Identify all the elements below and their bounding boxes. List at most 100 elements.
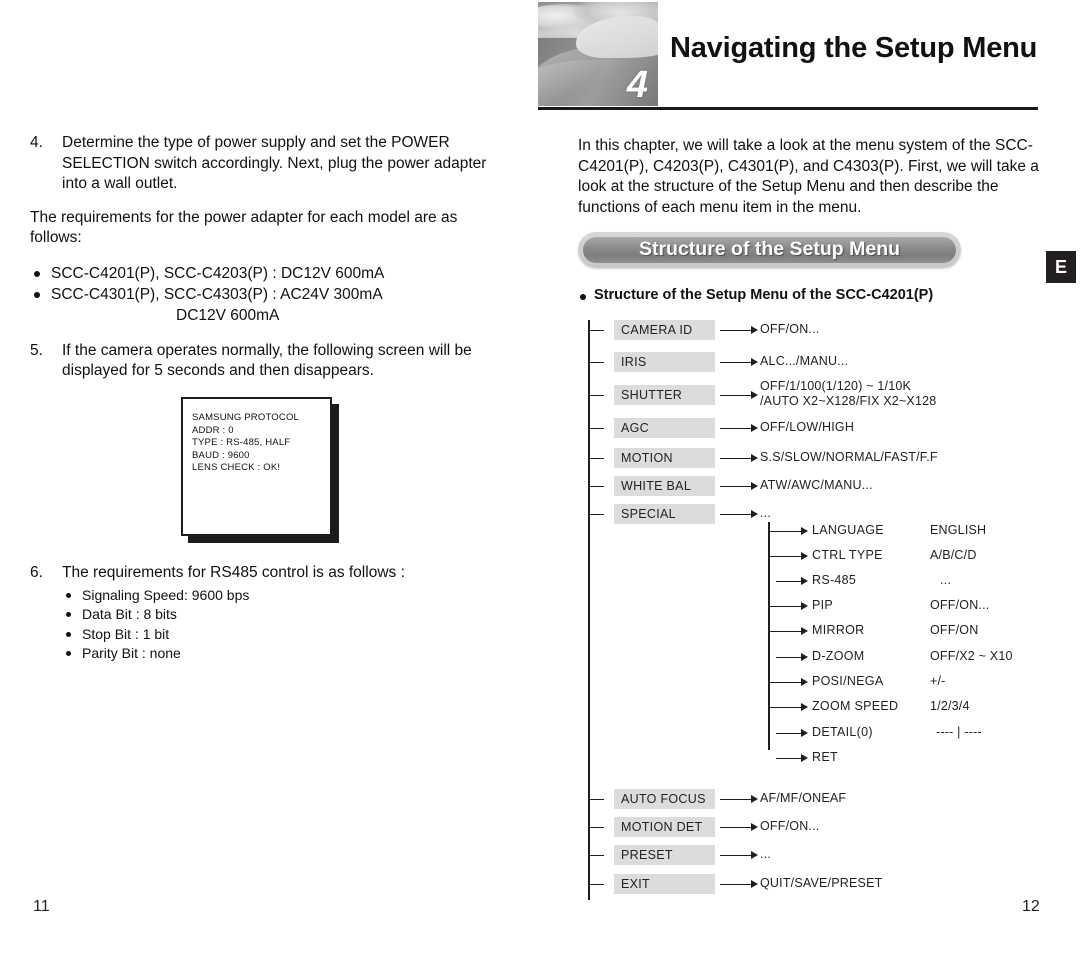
- subheading: Structure of the Setup Menu of the SCC-C…: [580, 287, 933, 303]
- tree-node-value: ...: [760, 506, 772, 520]
- tree-connector: [588, 394, 604, 396]
- step-6-block: 6. The requirements for RS485 control is…: [30, 563, 510, 664]
- tree-connector: [588, 798, 604, 800]
- tree-arrow-icon: [768, 704, 808, 711]
- tree-node-chip: CAMERA ID: [614, 320, 715, 340]
- submenu-value: ENGLISH: [930, 523, 987, 537]
- chapter-thumbnail-image: 4: [538, 2, 658, 106]
- rs485-bullet: Stop Bit : 1 bit: [62, 625, 510, 645]
- tree-arrow-icon: [776, 654, 808, 661]
- rs485-bullet: Signaling Speed: 9600 bps: [62, 586, 510, 606]
- tree-arrow-icon: [720, 425, 758, 432]
- step-6-number: 6.: [30, 564, 43, 581]
- step-6: 6. The requirements for RS485 control is…: [30, 563, 510, 584]
- tree-node-chip: IRIS: [614, 352, 715, 372]
- submenu-label: LANGUAGE: [812, 523, 884, 537]
- submenu-value: OFF/X2 ~ X10: [930, 649, 1013, 663]
- tree-arrow-icon: [776, 755, 808, 762]
- osd-screen-text: SAMSUNG PROTOCOL ADDR : 0 TYPE : RS-485,…: [192, 412, 300, 474]
- submenu-value: OFF/ON: [930, 623, 979, 637]
- adapter-bullet: SCC-C4201(P), SCC-C4203(P) : DC12V 600mA: [30, 263, 510, 284]
- tree-node-label: IRIS: [621, 355, 647, 369]
- thumb-ridge: [538, 60, 638, 106]
- submenu-label: PIP: [812, 598, 834, 612]
- submenu-label: MIRROR: [812, 623, 865, 637]
- section-title-text: Structure of the Setup Menu: [638, 238, 901, 260]
- tree-node-chip: SPECIAL: [614, 504, 715, 524]
- submenu-value: A/B/C/D: [930, 548, 977, 562]
- submenu-label: DETAIL(0): [812, 725, 873, 739]
- tree-node-chip: MOTION: [614, 448, 715, 468]
- tree-arrow-icon: [720, 881, 758, 888]
- tree-node-label: AUTO FOCUS: [621, 792, 706, 806]
- step-5-text: If the camera operates normally, the fol…: [62, 341, 472, 380]
- submenu-label: RS-485: [812, 573, 857, 587]
- submenu-value: OFF/ON...: [930, 598, 990, 612]
- tree-arrow-icon: [776, 578, 808, 585]
- tree-node-label: MOTION DET: [621, 820, 703, 834]
- tree-node-chip: AUTO FOCUS: [614, 789, 715, 809]
- rs485-bullet: Data Bit : 8 bits: [62, 605, 510, 625]
- step-6-text: The requirements for RS485 control is as…: [62, 564, 405, 581]
- tree-connector: [588, 883, 604, 885]
- adapter-bullet: SCC-C4301(P), SCC-C4303(P) : AC24V 300mA: [30, 284, 510, 305]
- language-edge-tab: E: [1046, 251, 1076, 283]
- tree-node-chip: MOTION DET: [614, 817, 715, 837]
- tree-arrow-icon: [776, 730, 808, 737]
- osd-screen-illustration: SAMSUNG PROTOCOL ADDR : 0 TYPE : RS-485,…: [181, 397, 339, 543]
- chapter-header: 4 Navigating the Setup Menu: [538, 2, 1038, 108]
- tree-arrow-icon: [720, 455, 758, 462]
- tree-connector: [588, 427, 604, 429]
- tree-connector: [588, 513, 604, 515]
- tree-node-label: WHITE BAL: [621, 479, 692, 493]
- chapter-intro-paragraph: In this chapter, we will take a look at …: [578, 137, 1039, 216]
- submenu-label: RET: [812, 750, 838, 764]
- tree-node-value: ...: [760, 847, 772, 861]
- right-page-content: In this chapter, we will take a look at …: [578, 136, 1048, 218]
- tree-connector: [588, 361, 604, 363]
- tree-node-value: S.S/SLOW/NORMAL/FAST/F.F: [760, 450, 938, 464]
- tree-node-label: SHUTTER: [621, 388, 683, 402]
- tree-connector: [588, 329, 604, 331]
- tree-arrow-icon: [720, 852, 758, 859]
- tree-node-chip: WHITE BAL: [614, 476, 715, 496]
- tree-arrow-icon: [720, 511, 758, 518]
- tree-node-label: MOTION: [621, 451, 673, 465]
- tree-connector: [588, 826, 604, 828]
- tree-node-value: OFF/LOW/HIGH: [760, 420, 855, 434]
- submenu-label: ZOOM SPEED: [812, 699, 899, 713]
- tree-node-value: OFF/ON...: [760, 819, 820, 833]
- tree-node-chip: EXIT: [614, 874, 715, 894]
- header-divider: [538, 107, 1038, 110]
- tree-arrow-icon: [768, 679, 808, 686]
- tree-arrow-icon: [720, 392, 758, 399]
- step-4: 4. Determine the type of power supply an…: [30, 133, 510, 195]
- special-submenu-branch: LANGUAGE ENGLISH CTRL TYPE A/B/C/D RS-48…: [768, 522, 1068, 764]
- tree-arrow-icon: [720, 483, 758, 490]
- tree-connector: [588, 854, 604, 856]
- submenu-label: D-ZOOM: [812, 649, 865, 663]
- setup-menu-tree-diagram: CAMERA ID OFF/ON... IRIS ALC.../MANU... …: [578, 310, 1068, 900]
- tree-arrow-icon: [720, 824, 758, 831]
- tree-arrow-icon: [720, 359, 758, 366]
- tree-node-value: QUIT/SAVE/PRESET: [760, 876, 883, 890]
- tree-node-label: AGC: [621, 421, 649, 435]
- tree-node-chip: PRESET: [614, 845, 715, 865]
- tree-arrow-icon: [720, 796, 758, 803]
- tree-arrow-icon: [720, 327, 758, 334]
- tree-node-value: AF/MF/ONEAF: [760, 791, 847, 805]
- tree-node-label: EXIT: [621, 877, 650, 891]
- tree-node-label: CAMERA ID: [621, 323, 693, 337]
- tree-node-chip: SHUTTER: [614, 385, 715, 405]
- step-5-number: 5.: [30, 341, 43, 359]
- submenu-value: +/-: [930, 674, 946, 688]
- tree-node-value: OFF/1/100(1/120) ~ 1/10K /AUTO X2~X128/F…: [760, 379, 937, 408]
- tree-node-label: PRESET: [621, 848, 673, 862]
- submenu-label: POSI/NEGA: [812, 674, 884, 688]
- submenu-value: ...: [940, 573, 952, 587]
- tree-node-label: SPECIAL: [621, 507, 676, 521]
- submenu-value: ---- | ----: [936, 725, 982, 739]
- page-number-right: 12: [1022, 898, 1040, 915]
- rs485-bullet-list: Signaling Speed: 9600 bps Data Bit : 8 b…: [62, 586, 510, 664]
- left-page-content: 4. Determine the type of power supply an…: [30, 133, 510, 382]
